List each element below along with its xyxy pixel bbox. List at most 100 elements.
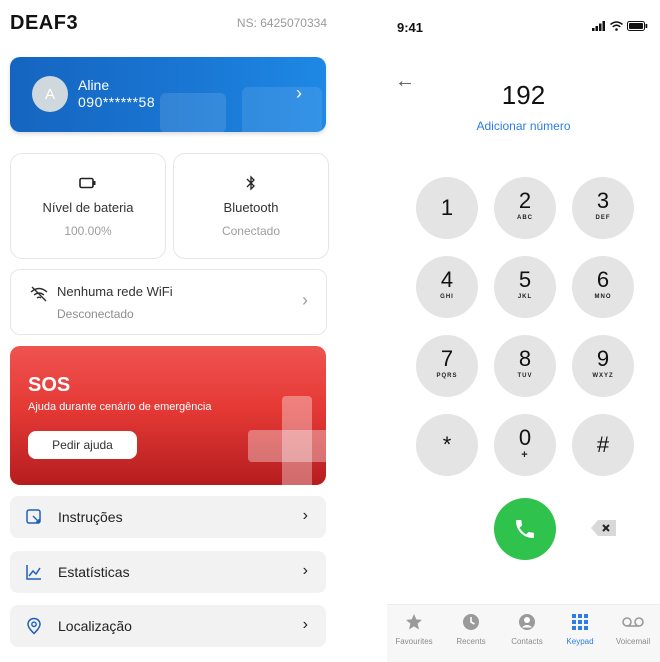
chevron-right-icon: › [302,616,308,633]
menu-item-statistics[interactable]: Estatísticas › [10,551,326,593]
wifi-status: Desconectado [57,307,134,321]
user-card[interactable]: A Aline 090******58 › [10,57,326,132]
key-digit: 0 [518,425,532,450]
tab-favourites[interactable]: Favourites [387,611,441,646]
dialed-number: 192 [501,80,546,110]
star-icon [387,611,441,633]
key-digit: 3 [596,188,610,213]
contact-icon [500,611,554,633]
dialer-screen: 9:41 ← 192 Adicionar número 1 2 ABC 3 DEF … [387,0,660,662]
user-name: Aline [78,77,110,93]
battery-title: Nível de bateria [42,200,134,215]
delete-button[interactable] [590,518,618,538]
sos-subtitle: Ajuda durante cenário de emergência [28,401,212,413]
backspace-icon [591,520,616,536]
sos-card: SOS Ajuda durante cenário de emergência … [10,346,326,485]
sos-title: SOS [28,374,71,396]
serial-number: NS: 6425070334 [236,16,327,30]
chevron-right-icon: › [302,562,308,579]
card-decoration [242,87,322,132]
battery-value: 100.00% [64,224,112,238]
key-9[interactable]: 9 WXYZ [572,335,634,397]
key-hash[interactable]: # [572,414,634,476]
wifi-card[interactable]: Nenhuma rede WiFi Desconectado › [10,269,327,335]
card-decoration [160,93,226,132]
key-digit: 8 [518,346,532,371]
key-letters: JKL [517,294,533,300]
call-button[interactable] [494,498,556,560]
user-phone: 090******58 [78,94,156,110]
bluetooth-tile: Bluetooth Conectado [173,153,329,259]
key-6[interactable]: 6 MNO [572,256,634,318]
key-2[interactable]: 2 ABC [494,177,556,239]
menu-item-label: Localização [58,618,132,634]
status-icons [592,21,648,31]
bluetooth-icon [174,174,328,192]
key-letters: DEF [595,215,611,221]
key-digit: 6 [596,267,610,292]
clock-icon [444,611,498,633]
key-letters: + [521,449,529,461]
battery-icon [627,21,648,31]
deaf3-app-screen: DEAF3 NS: 6425070334 A Aline 090******58… [0,0,335,661]
key-8[interactable]: 8 TUV [494,335,556,397]
key-digit: # [596,432,610,457]
request-help-button[interactable]: Pedir ajuda [28,431,137,459]
location-icon [25,617,43,635]
tab-label: Keypad [566,637,594,646]
tab-label: Contacts [511,637,543,646]
key-digit: 1 [440,195,454,220]
battery-icon [11,174,165,192]
bluetooth-title: Bluetooth [223,200,279,215]
instructions-icon [25,508,43,526]
key-digit: 4 [440,267,454,292]
key-5[interactable]: 5 JKL [494,256,556,318]
app-title: DEAF3 [10,12,79,34]
key-digit: 5 [518,267,532,292]
key-7[interactable]: 7 PQRS [416,335,478,397]
wifi-title: Nenhuma rede WiFi [57,284,173,299]
key-digit: * [442,432,452,457]
stats-icon [25,563,43,581]
menu-item-label: Estatísticas [58,564,130,580]
key-0[interactable]: 0 + [494,414,556,476]
key-digit: 9 [596,346,610,371]
key-letters: MNO [594,294,612,300]
tab-bar: Favourites Recents Contacts Keypad Voice… [387,604,660,662]
menu-item-instructions[interactable]: Instruções › [10,496,326,538]
keypad-icon [553,611,607,633]
wifi-icon [610,21,623,31]
tab-contacts[interactable]: Contacts [500,611,554,646]
status-time: 9:41 [397,20,424,35]
wifi-off-icon [29,284,49,304]
menu-item-location[interactable]: Localização › [10,605,326,647]
tab-label: Voicemail [615,637,651,646]
battery-tile: Nível de bateria 100.00% [10,153,166,259]
key-letters: PQRS [436,373,458,379]
key-letters: WXYZ [592,373,614,379]
voicemail-icon [606,611,660,633]
key-3[interactable]: 3 DEF [572,177,634,239]
tab-recents[interactable]: Recents [444,611,498,646]
key-digit: 2 [518,188,532,213]
tab-label: Recents [456,637,486,646]
key-star[interactable]: * [416,414,478,476]
key-1[interactable]: 1 [416,177,478,239]
cross-icon [248,430,326,462]
chevron-right-icon: › [302,290,308,310]
key-letters: ABC [517,215,533,221]
chevron-right-icon: › [296,83,302,103]
add-number-link[interactable]: Adicionar número [387,119,660,133]
key-digit: 7 [440,346,454,371]
signal-icon [592,21,605,31]
phone-icon [516,520,534,538]
tab-voicemail[interactable]: Voicemail [606,611,660,646]
tab-label: Favourites [395,637,433,646]
key-letters: GHI [440,294,454,300]
key-4[interactable]: 4 GHI [416,256,478,318]
tab-keypad[interactable]: Keypad [553,611,607,646]
menu-item-label: Instruções [58,509,123,525]
key-letters: TUV [517,373,533,379]
chevron-right-icon: › [302,507,308,524]
avatar: A [32,76,68,112]
